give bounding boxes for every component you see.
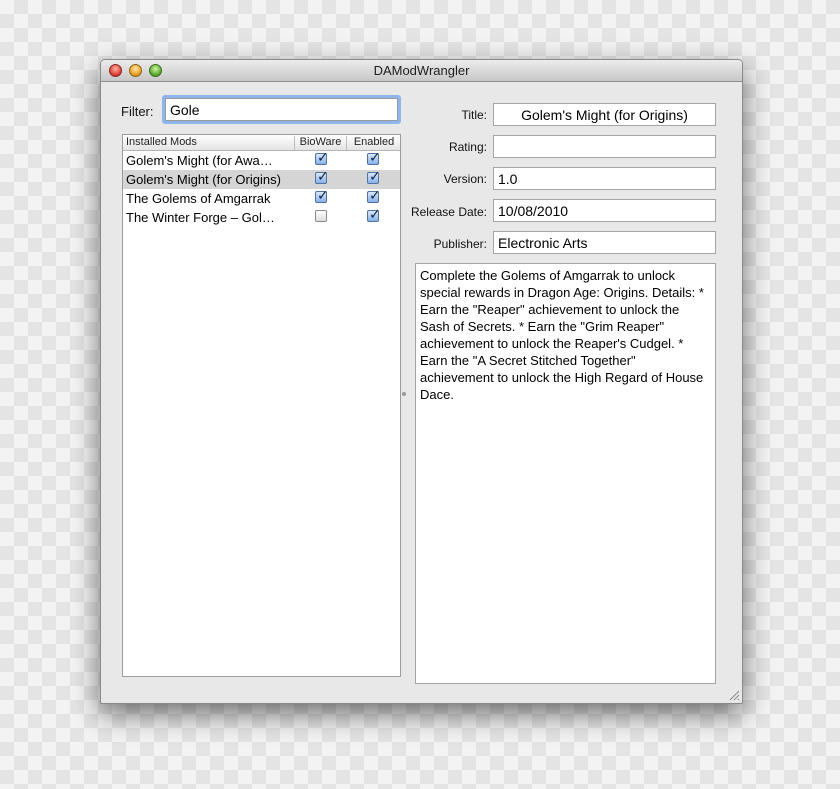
rating-field[interactable] (493, 135, 716, 158)
enabled-checkbox[interactable]: ✓ (367, 149, 381, 165)
mod-name: The Golems of Amgarrak (126, 191, 271, 206)
bioware-checkbox[interactable]: ✓ (315, 187, 329, 203)
publisher-label: Publisher: (433, 237, 487, 251)
table-row[interactable]: The Golems of Amgarrak ✓ ✓ (123, 187, 400, 208)
release-date-field[interactable]: 10/08/2010 (493, 199, 716, 222)
filter-label: Filter: (121, 104, 154, 119)
check-mark-icon: ✓ (369, 206, 381, 222)
publisher-field[interactable]: Electronic Arts (493, 231, 716, 254)
enabled-checkbox[interactable]: ✓ (367, 187, 381, 203)
installed-mods-table[interactable]: Installed Mods BioWare Enabled Golem's M… (122, 134, 401, 677)
mod-name: Golem's Might (for Awa… (126, 153, 273, 168)
table-row[interactable]: Golem's Might (for Awa… ✓ ✓ (123, 149, 400, 170)
check-mark-icon: ✓ (369, 187, 381, 203)
column-header-bioware[interactable]: BioWare (294, 136, 346, 150)
check-mark-icon: ✓ (369, 149, 381, 165)
enabled-checkbox[interactable]: ✓ (367, 206, 381, 222)
split-pane-divider[interactable] (402, 392, 406, 396)
table-row-selected[interactable]: Golem's Might (for Origins) ✓ ✓ (123, 168, 400, 189)
app-window: DAModWrangler Filter: Installed Mods Bio… (100, 59, 743, 704)
bioware-checkbox[interactable]: ✓ (315, 168, 329, 184)
title-label: Title: (461, 108, 487, 122)
check-mark-icon: ✓ (317, 149, 329, 165)
mod-name: The Winter Forge – Gol… (126, 210, 275, 225)
table-row[interactable]: The Winter Forge – Gol… ✓ (123, 206, 400, 227)
rating-label: Rating: (448, 140, 487, 154)
table-header: Installed Mods BioWare Enabled (123, 135, 400, 151)
title-field[interactable]: Golem's Might (for Origins) (493, 103, 716, 126)
version-field[interactable]: 1.0 (493, 167, 716, 190)
mod-name: Golem's Might (for Origins) (126, 172, 281, 187)
enabled-checkbox[interactable]: ✓ (367, 168, 381, 184)
resize-grip-icon[interactable] (728, 689, 740, 701)
description-text-area[interactable]: Complete the Golems of Amgarrak to unloc… (415, 263, 716, 684)
title-bar[interactable]: DAModWrangler (101, 60, 742, 82)
check-mark-icon: ✓ (317, 187, 329, 203)
window-title: DAModWrangler (373, 63, 470, 78)
bioware-checkbox[interactable]: ✓ (315, 149, 329, 165)
column-header-installed-mods[interactable]: Installed Mods (126, 136, 294, 150)
check-mark-icon: ✓ (317, 168, 329, 184)
version-label: Version: (443, 172, 487, 186)
release-date-label: Release Date: (410, 205, 487, 219)
filter-input[interactable] (165, 98, 398, 121)
check-mark-icon: ✓ (369, 168, 381, 184)
bioware-checkbox[interactable] (315, 210, 327, 222)
